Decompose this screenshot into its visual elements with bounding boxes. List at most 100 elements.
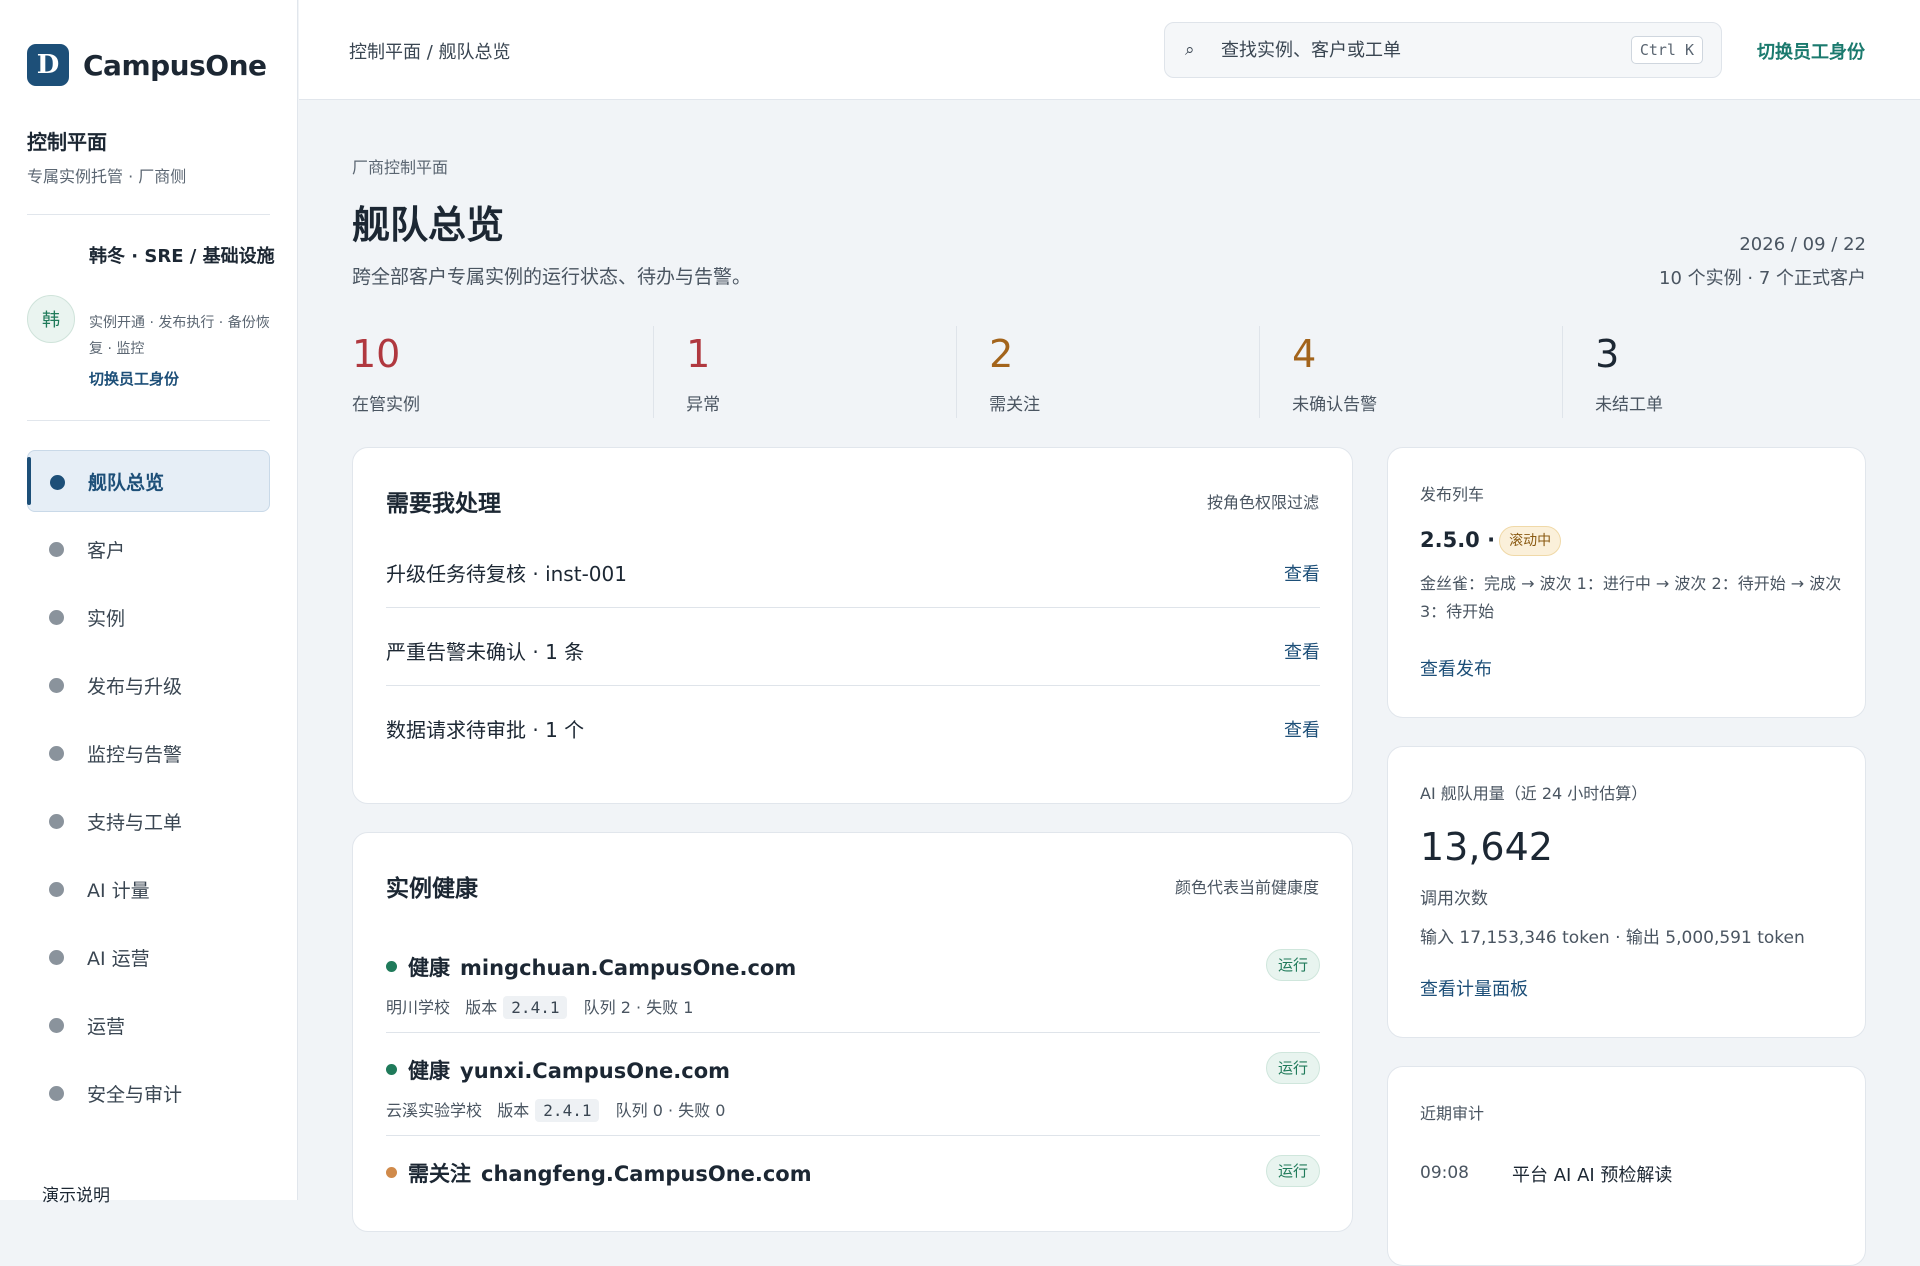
health-title: 健康 mingchuan.CampusOne.com (408, 952, 796, 982)
avatar: 韩 (27, 295, 75, 343)
instance-host[interactable]: changfeng.CampusOne.com (481, 1162, 812, 1186)
queue-info: 队列 2 · 失败 1 (583, 998, 694, 1017)
ai-usage-label: AI 舰队用量（近 24 小时估算） (1420, 784, 1648, 803)
todo-view-link[interactable]: 查看 (1284, 638, 1320, 664)
user-roles: 实例开通 · 发布执行 · 备份恢复 · 监控 (89, 315, 270, 357)
queue-info: 队列 0 · 失败 0 (615, 1101, 726, 1120)
sidebar: D CampusOne 控制平面 专属实例托管 · 厂商侧 韩 韩冬 · SRE… (0, 0, 298, 1206)
health-card: 实例健康 颜色代表当前健康度 健康 mingchuan.CampusOne.com… (352, 832, 1353, 1232)
todo-view-link[interactable]: 查看 (1284, 560, 1320, 586)
sidebar-switch-identity-link[interactable]: 切换员工身份 (89, 368, 179, 389)
stat-value: 3 (1595, 332, 1620, 376)
release-card: 发布列车 2.5.0 · 滚动中 金丝雀：完成 → 波次 1：进行中 → 波次 2… (1387, 447, 1866, 718)
release-label: 发布列车 (1420, 485, 1485, 504)
demo-note[interactable]: 演示说明 (42, 1181, 110, 1206)
sidebar-item-monitoring[interactable]: 监控与告警 (27, 722, 270, 784)
page-eyebrow: 厂商控制平面 (352, 158, 449, 177)
school-name: 明川学校 (386, 998, 451, 1017)
sidebar-item-ai-metering[interactable]: AI 计量 (27, 858, 270, 920)
sidebar-item-label: 舰队总览 (88, 471, 165, 494)
stat-label: 未结工单 (1595, 395, 1664, 415)
stat-label: 在管实例 (352, 395, 420, 415)
page-counts: 10 个实例 · 7 个正式客户 (1659, 268, 1866, 289)
page-subtitle: 跨全部客户专属实例的运行状态、待办与告警。 (352, 266, 752, 288)
brand[interactable]: D CampusOne (27, 44, 267, 86)
table-row[interactable]: 需关注 changfeng.CampusOne.com 运行 (386, 1136, 1320, 1239)
stat-value: 1 (686, 332, 711, 376)
stat-label: 异常 (686, 395, 721, 415)
status-badge: 运行 (1265, 1052, 1320, 1084)
search-shortcut: Ctrl K (1630, 36, 1703, 64)
sidebar-item-label: 发布与升级 (87, 675, 183, 698)
sidebar-item-customers[interactable]: 客户 (27, 518, 270, 580)
health-status: 健康 (408, 1059, 450, 1083)
search-box[interactable]: ⌕ Ctrl K (1164, 22, 1722, 78)
sidebar-title: 控制平面 (27, 130, 107, 154)
audit-label: 近期审计 (1420, 1104, 1485, 1123)
nav-dot-icon (49, 542, 64, 557)
nav-dot-icon (49, 814, 64, 829)
sidebar-nav: 舰队总览 客户 实例 发布与升级 监控与告警 支持与工单 AI 计量 AI 运营… (27, 450, 270, 1130)
stats-row: 10 在管实例 1 异常 2 需关注 4 未确认告警 3 未结工单 (352, 326, 1866, 418)
sidebar-item-label: AI 计量 (87, 879, 150, 902)
health-title: 健康 yunxi.CampusOne.com (408, 1055, 730, 1085)
table-row[interactable]: 健康 mingchuan.CampusOne.com 明川学校 版本 2.4.1 队… (386, 930, 1320, 1033)
stat-unacked-alerts[interactable]: 4 未确认告警 (1260, 326, 1564, 418)
health-status-dot-icon (386, 961, 397, 972)
health-meta: 云溪实验学校 版本 2.4.1 队列 0 · 失败 0 (386, 1097, 726, 1122)
status-badge: 运行 (1265, 1155, 1320, 1187)
health-status: 健康 (408, 956, 450, 980)
stat-value: 2 (989, 332, 1014, 376)
health-status-dot-icon (386, 1064, 397, 1075)
version-code: 2.4.1 (503, 996, 568, 1019)
version-code: 2.4.1 (535, 1099, 600, 1122)
ai-usage-card: AI 舰队用量（近 24 小时估算） 13,642 调用次数 输入 17,153… (1387, 746, 1866, 1038)
sidebar-item-releases[interactable]: 发布与升级 (27, 654, 270, 716)
table-row[interactable]: 健康 yunxi.CampusOne.com 云溪实验学校 版本 2.4.1 队列 … (386, 1033, 1320, 1136)
todo-item[interactable]: 升级任务待复核 · inst-001 查看 (386, 530, 1320, 608)
topbar: 控制平面 / 舰队总览 ⌕ Ctrl K 切换员工身份 (299, 0, 1920, 100)
sidebar-item-operations[interactable]: 运营 (27, 994, 270, 1056)
health-meta: 明川学校 版本 2.4.1 队列 2 · 失败 1 (386, 994, 694, 1019)
todo-card-title: 需要我处理 (386, 491, 501, 517)
switch-identity-button[interactable]: 切换员工身份 (1757, 38, 1865, 64)
sidebar-item-support[interactable]: 支持与工单 (27, 790, 270, 852)
instance-host[interactable]: yunxi.CampusOne.com (460, 1059, 730, 1083)
stat-label: 未确认告警 (1292, 395, 1378, 415)
todo-item-text: 严重告警未确认 · 1 条 (386, 640, 585, 664)
page-title: 舰队总览 (352, 203, 505, 247)
nav-dot-icon (49, 1018, 64, 1033)
search-icon: ⌕ (1185, 40, 1195, 60)
release-version-text: 2.5.0 · (1420, 528, 1496, 552)
breadcrumb: 控制平面 / 舰队总览 (349, 42, 511, 63)
stat-managed-instances[interactable]: 10 在管实例 (352, 326, 655, 418)
stat-abnormal[interactable]: 1 异常 (654, 326, 958, 418)
sidebar-item-security-audit[interactable]: 安全与审计 (27, 1062, 270, 1124)
nav-dot-icon (49, 678, 64, 693)
sidebar-item-label: 安全与审计 (87, 1083, 183, 1106)
stat-needs-attention[interactable]: 2 需关注 (957, 326, 1261, 418)
sidebar-divider (27, 214, 270, 215)
stat-open-tickets[interactable]: 3 未结工单 (1563, 326, 1866, 418)
sidebar-item-label: 客户 (87, 539, 126, 562)
view-release-link[interactable]: 查看发布 (1420, 655, 1492, 681)
sidebar-item-instances[interactable]: 实例 (27, 586, 270, 648)
page-date: 2026 / 09 / 22 (1739, 234, 1866, 255)
sidebar-item-ai-ops[interactable]: AI 运营 (27, 926, 270, 988)
search-input[interactable] (1221, 33, 1621, 67)
release-version: 2.5.0 · 滚动中 (1420, 526, 1562, 556)
todo-view-link[interactable]: 查看 (1284, 716, 1320, 742)
instance-host[interactable]: mingchuan.CampusOne.com (460, 956, 796, 980)
sidebar-item-fleet-overview[interactable]: 舰队总览 (27, 450, 270, 512)
todo-item[interactable]: 数据请求待审批 · 1 个 查看 (386, 686, 1320, 764)
nav-dot-icon (49, 1086, 64, 1101)
audit-text[interactable]: 平台 AI AI 预检解读 (1512, 1161, 1672, 1187)
todo-item[interactable]: 严重告警未确认 · 1 条 查看 (386, 608, 1320, 686)
view-metering-link[interactable]: 查看计量面板 (1420, 975, 1528, 1001)
sidebar-item-label: AI 运营 (87, 947, 150, 970)
nav-dot-icon (49, 882, 64, 897)
sidebar-item-label: 支持与工单 (87, 811, 183, 834)
health-status: 需关注 (408, 1162, 471, 1186)
todo-item-text: 数据请求待审批 · 1 个 (386, 718, 585, 742)
stat-label: 需关注 (989, 395, 1041, 415)
